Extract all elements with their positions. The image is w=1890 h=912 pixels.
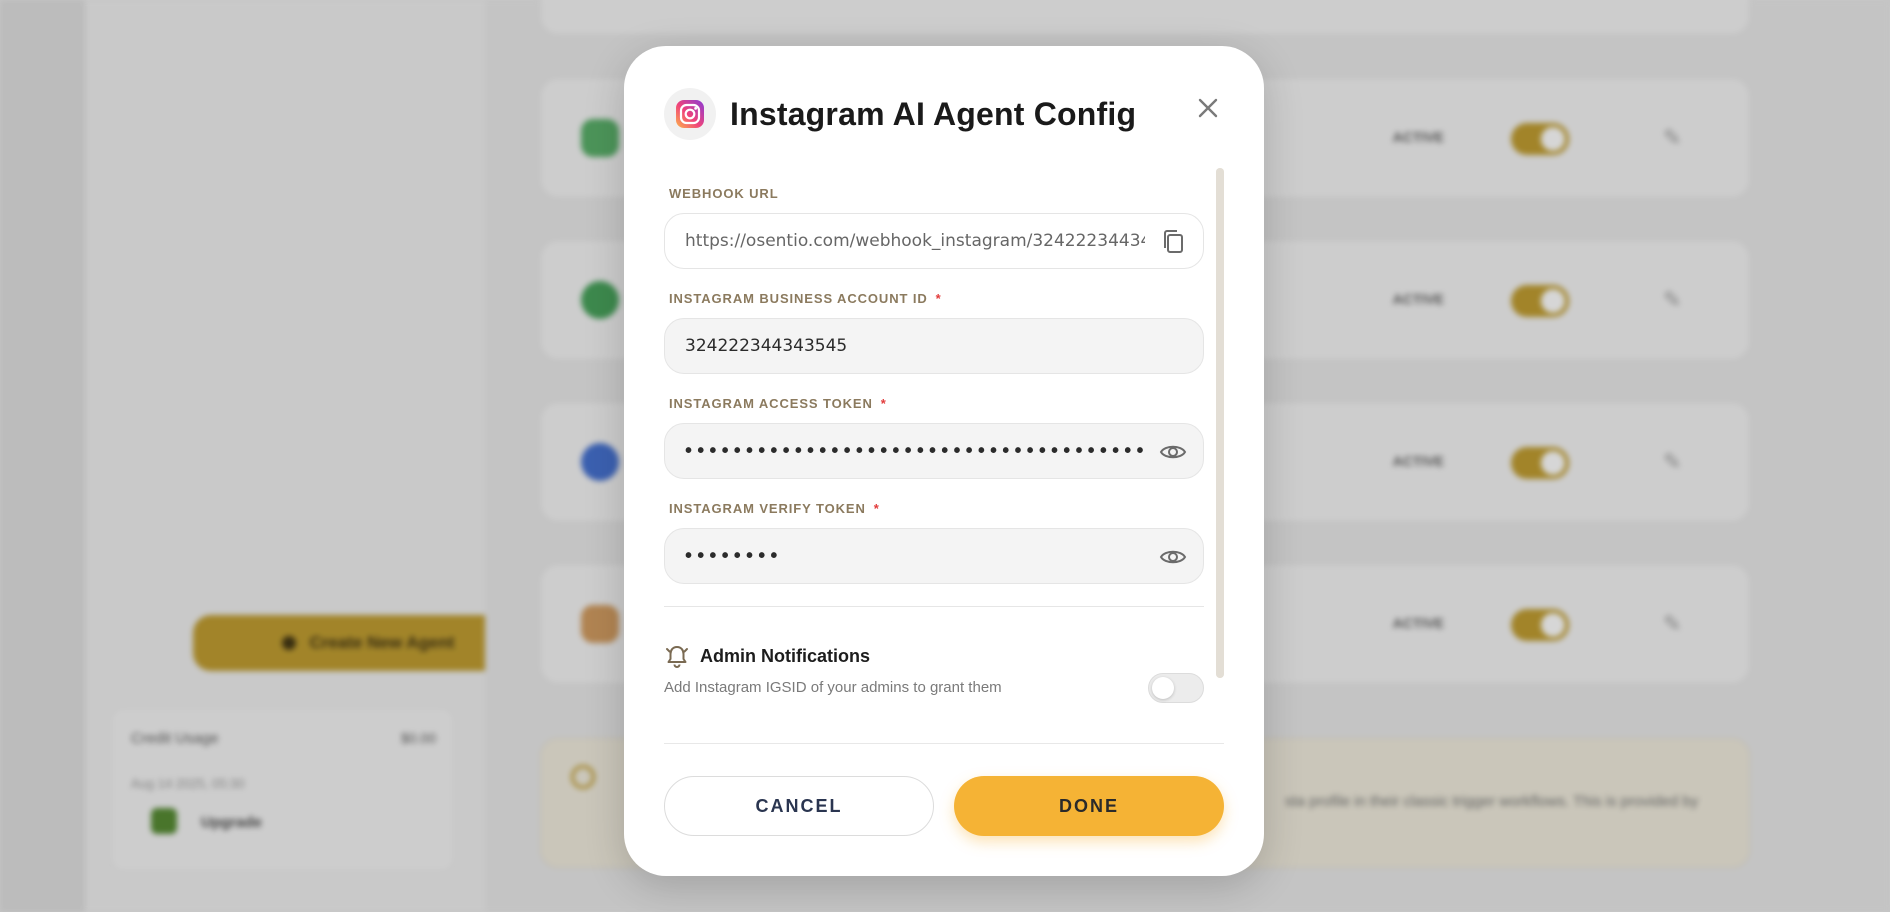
business-id-group: INSTAGRAM BUSINESS ACCOUNT ID * 32422234… xyxy=(664,291,1204,374)
modal-title: Instagram AI Agent Config xyxy=(730,95,1137,132)
modal-header: Instagram AI Agent Config xyxy=(664,88,1136,140)
access-token-input[interactable]: ••••••••••••••••••••••••••••••••••••••••… xyxy=(664,423,1204,479)
bell-icon xyxy=(666,646,688,668)
access-token-label-text: INSTAGRAM ACCESS TOKEN xyxy=(669,396,873,411)
webhook-url-label-text: WEBHOOK URL xyxy=(669,186,779,201)
required-mark: * xyxy=(880,396,887,411)
cancel-button[interactable]: CANCEL xyxy=(664,776,934,836)
toggle-visibility-button[interactable] xyxy=(1159,438,1187,466)
admin-notifications-section: Admin Notifications Add Instagram IGSID … xyxy=(664,643,1204,713)
required-mark: * xyxy=(935,291,942,306)
access-token-group: INSTAGRAM ACCESS TOKEN * •••••••••••••••… xyxy=(664,396,1204,479)
admin-notifications-title: Admin Notifications xyxy=(700,645,870,666)
required-mark: * xyxy=(873,501,880,516)
close-button[interactable] xyxy=(1192,92,1224,124)
eye-icon xyxy=(1159,445,1187,459)
admin-notifications-toggle[interactable] xyxy=(1148,673,1204,703)
webhook-url-group: WEBHOOK URL https://osentio.com/webhook_… xyxy=(664,186,1204,269)
verify-token-group: INSTAGRAM VERIFY TOKEN * •••••••• xyxy=(664,501,1204,584)
admin-notifications-header: Admin Notifications xyxy=(664,643,1204,669)
eye-icon xyxy=(1159,550,1187,564)
access-token-label: INSTAGRAM ACCESS TOKEN * xyxy=(669,396,1204,411)
scrollbar-thumb[interactable] xyxy=(1216,168,1224,678)
toggle-knob xyxy=(1152,677,1174,699)
config-modal: Instagram AI Agent Config WEBHOOK URL ht… xyxy=(624,46,1264,876)
toggle-visibility-button[interactable] xyxy=(1159,543,1187,571)
close-icon xyxy=(1198,98,1218,118)
webhook-url-field[interactable]: https://osentio.com/webhook_instagram/32… xyxy=(664,213,1204,269)
verify-token-input[interactable]: •••••••• xyxy=(664,528,1204,584)
webhook-url-label: WEBHOOK URL xyxy=(669,186,1204,201)
copy-button[interactable] xyxy=(1159,228,1187,256)
business-id-label-text: INSTAGRAM BUSINESS ACCOUNT ID xyxy=(669,291,928,306)
verify-token-label-text: INSTAGRAM VERIFY TOKEN xyxy=(669,501,866,516)
admin-notifications-description: Add Instagram IGSID of your admins to gr… xyxy=(664,679,1002,696)
business-id-input[interactable]: 324222344343545 xyxy=(664,318,1204,374)
modal-body: WEBHOOK URL https://osentio.com/webhook_… xyxy=(664,168,1204,768)
verify-token-masked: •••••••• xyxy=(685,544,783,567)
modal-scrollbar[interactable] xyxy=(1216,168,1224,678)
access-token-masked: ••••••••••••••••••••••••••••••••••••••••… xyxy=(685,439,1145,462)
business-id-value: 324222344343545 xyxy=(685,336,848,356)
instagram-icon xyxy=(664,88,716,140)
copy-icon xyxy=(1164,230,1183,253)
webhook-url-value: https://osentio.com/webhook_instagram/32… xyxy=(685,231,1145,251)
done-button[interactable]: DONE xyxy=(954,776,1224,836)
business-id-label: INSTAGRAM BUSINESS ACCOUNT ID * xyxy=(669,291,1204,306)
section-divider xyxy=(664,606,1204,607)
footer-divider xyxy=(664,743,1224,744)
verify-token-label: INSTAGRAM VERIFY TOKEN * xyxy=(669,501,1204,516)
